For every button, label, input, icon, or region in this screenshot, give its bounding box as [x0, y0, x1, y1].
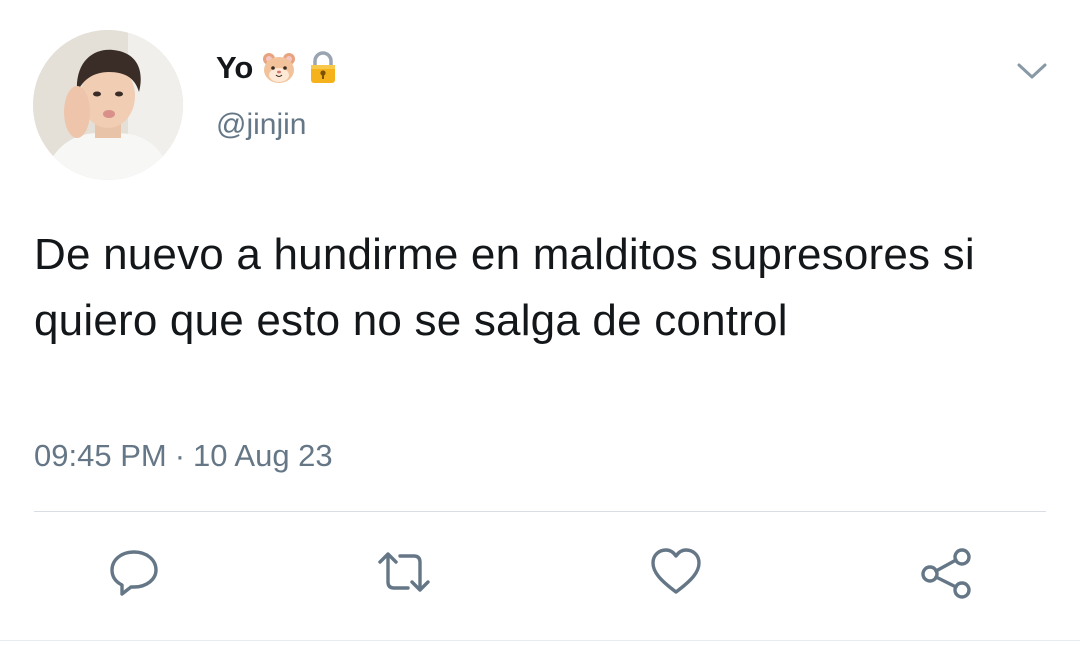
- action-bar: [0, 540, 1080, 610]
- speech-bubble-icon: [110, 550, 158, 596]
- retweet-button[interactable]: [374, 540, 434, 604]
- chevron-down-icon[interactable]: [1014, 58, 1050, 84]
- author-name-row[interactable]: Yo: [216, 46, 341, 90]
- heart-outline-icon: [651, 548, 701, 594]
- like-button[interactable]: [646, 540, 706, 604]
- bottom-border: [0, 640, 1080, 641]
- avatar[interactable]: [33, 30, 183, 180]
- tweet-timestamp[interactable]: 09:45 PM · 10 Aug 23: [34, 438, 333, 474]
- retweet-arrows-icon: [378, 552, 430, 592]
- tweet-date: 10 Aug 23: [193, 438, 333, 473]
- tweet-card: Yo @jinjin De nuevo a hundirme en maldit…: [0, 0, 1080, 659]
- hamster-face-emoji-icon: [263, 53, 296, 83]
- share-button[interactable]: [916, 540, 976, 604]
- lock-emoji-icon: [311, 51, 336, 83]
- tweet-text: De nuevo a hundirme en malditos supresor…: [34, 230, 975, 345]
- meta-separator: ·: [174, 438, 186, 473]
- tweet-time: 09:45 PM: [34, 438, 167, 473]
- display-name[interactable]: Yo: [216, 50, 253, 86]
- share-nodes-icon: [921, 548, 971, 599]
- user-handle[interactable]: @jinjin: [216, 108, 306, 142]
- avatar-photo: [33, 30, 183, 180]
- reply-button[interactable]: [104, 540, 164, 604]
- divider: [34, 511, 1046, 512]
